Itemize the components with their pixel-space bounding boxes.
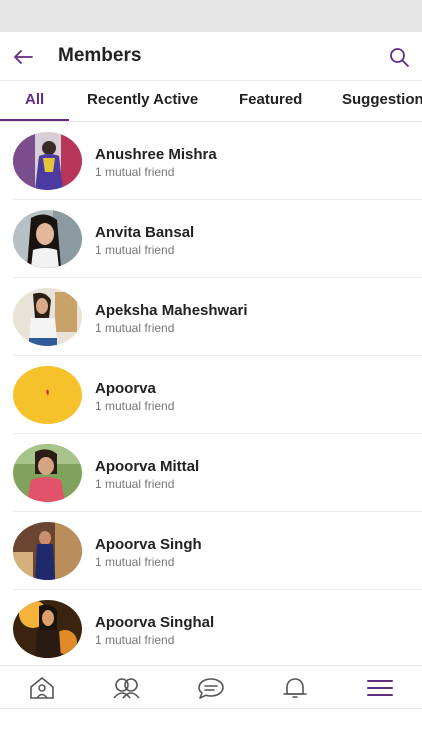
avatar: [13, 288, 82, 346]
tab-all[interactable]: All: [25, 81, 44, 121]
active-tab-indicator: [0, 119, 69, 121]
tab-featured[interactable]: Featured: [239, 81, 302, 121]
filter-tabs: All Recently Active Featured Suggestions: [0, 81, 422, 122]
member-row[interactable]: Anushree Mishra 1 mutual friend: [0, 122, 422, 200]
member-name: Apoorva: [95, 380, 156, 397]
mutual-friends-count: 1 mutual friend: [95, 477, 175, 491]
member-row[interactable]: Apoorva Singh 1 mutual friend: [0, 512, 422, 590]
arrow-left-icon: [14, 50, 33, 64]
nav-menu[interactable]: [365, 674, 395, 702]
members-list: Anushree Mishra 1 mutual friend Anvita B…: [0, 122, 422, 665]
avatar: [13, 600, 82, 658]
member-name: Anushree Mishra: [95, 146, 217, 163]
home-icon: [30, 677, 54, 699]
mutual-friends-count: 1 mutual friend: [95, 165, 175, 179]
bottom-navigation: [0, 665, 422, 709]
tab-suggestions[interactable]: Suggestions: [342, 81, 422, 121]
chat-icon: [198, 678, 224, 699]
member-row[interactable]: Anvita Bansal 1 mutual friend: [0, 200, 422, 278]
bell-icon: [283, 678, 307, 698]
member-name: Anvita Bansal: [95, 224, 195, 241]
member-row[interactable]: Apeksha Maheshwari 1 mutual friend: [0, 278, 422, 356]
avatar: [13, 366, 82, 424]
member-name: Apoorva Singh: [95, 536, 202, 553]
member-name: Apoorva Singhal: [95, 614, 215, 631]
nav-messages[interactable]: [196, 674, 226, 702]
status-bar: [0, 0, 422, 32]
mutual-friends-count: 1 mutual friend: [95, 633, 175, 647]
app-header: Members: [0, 32, 422, 81]
nav-groups[interactable]: [111, 674, 141, 702]
avatar: [13, 210, 82, 268]
search-button[interactable]: [386, 44, 412, 70]
avatar: [13, 132, 82, 190]
mutual-friends-count: 1 mutual friend: [95, 321, 175, 335]
menu-icon: [367, 680, 393, 696]
page-title: Members: [58, 45, 142, 66]
tab-recently-active[interactable]: Recently Active: [87, 81, 198, 121]
mutual-friends-count: 1 mutual friend: [95, 555, 175, 569]
search-icon: [390, 48, 409, 67]
member-row[interactable]: Apoorva Singhal 1 mutual friend: [0, 590, 422, 665]
bottom-spacer: [0, 709, 422, 750]
member-name: Apeksha Maheshwari: [95, 302, 248, 319]
member-name: Apoorva Mittal: [95, 458, 200, 475]
back-button[interactable]: [10, 44, 36, 70]
groups-icon: [113, 678, 140, 699]
avatar: [13, 444, 82, 502]
mutual-friends-count: 1 mutual friend: [95, 399, 175, 413]
member-row[interactable]: Apoorva Mittal 1 mutual friend: [0, 434, 422, 512]
nav-notifications[interactable]: [280, 674, 310, 702]
member-row[interactable]: Apoorva 1 mutual friend: [0, 356, 422, 434]
nav-home[interactable]: [27, 674, 57, 702]
mutual-friends-count: 1 mutual friend: [95, 243, 175, 257]
avatar: [13, 522, 82, 580]
